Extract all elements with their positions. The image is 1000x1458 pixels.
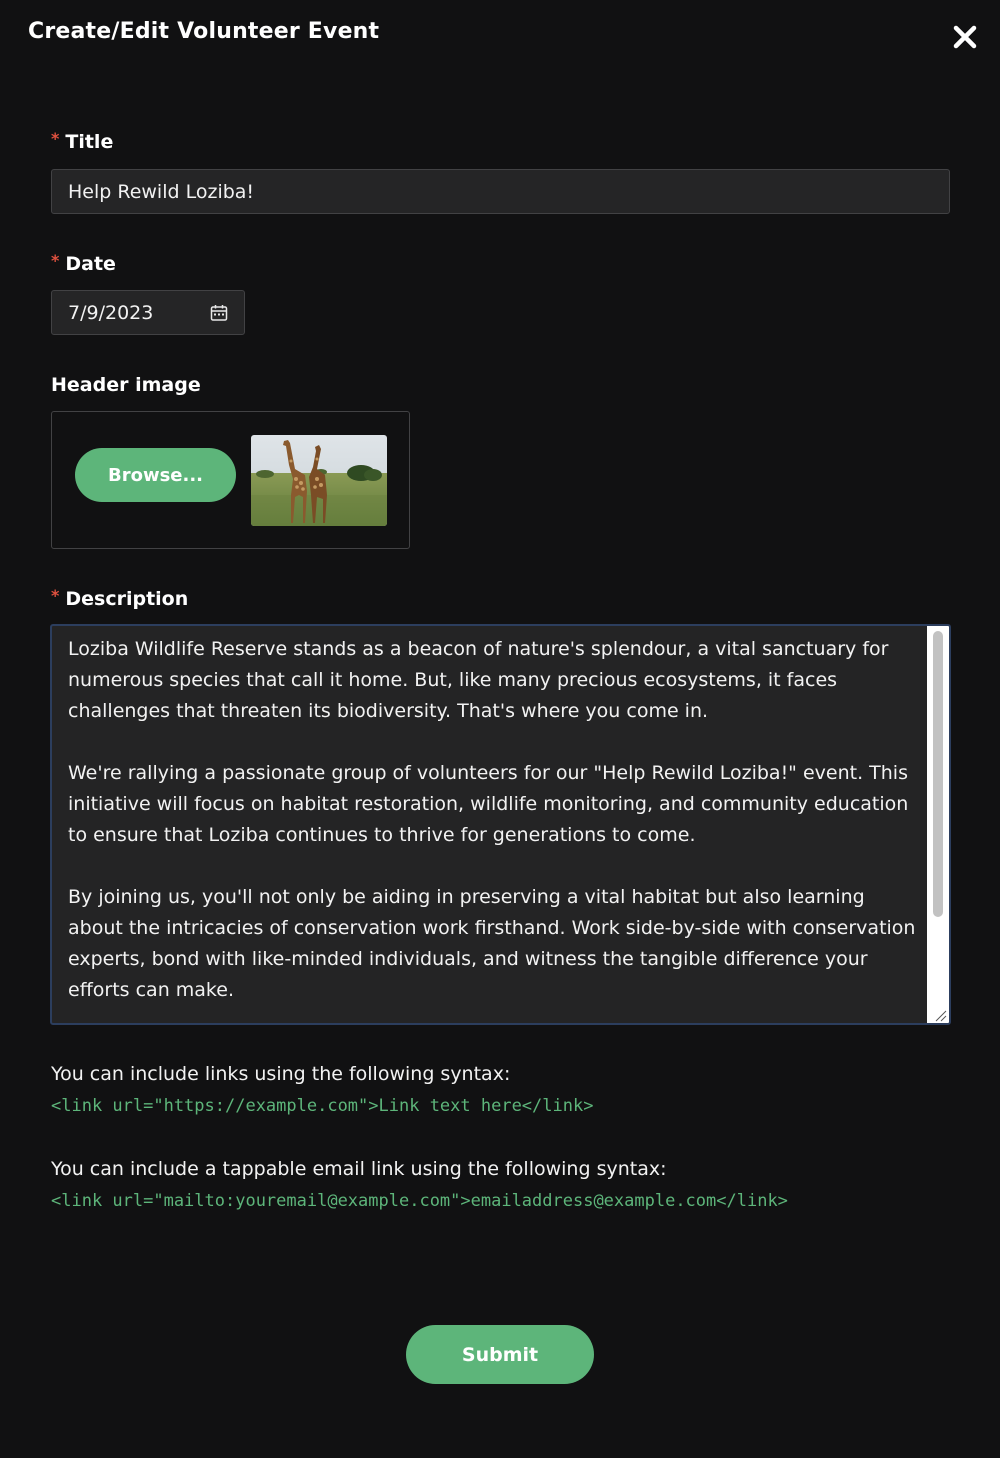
required-marker: * — [51, 251, 60, 270]
header-image-thumbnail — [251, 435, 387, 526]
scrollbar-thumb[interactable] — [933, 631, 943, 917]
submit-button[interactable]: Submit — [406, 1325, 594, 1384]
email-help-text: You can include a tappable email link us… — [51, 1158, 667, 1180]
link-syntax-code: <link url="https://example.com">Link tex… — [51, 1096, 594, 1116]
date-label-text: Date — [65, 253, 116, 275]
title-label: * Title — [51, 129, 113, 156]
description-label: * Description — [51, 586, 188, 613]
description-label-text: Description — [65, 588, 189, 610]
resize-grip-icon — [935, 1010, 947, 1022]
close-icon[interactable] — [950, 22, 980, 52]
title-input[interactable] — [51, 169, 950, 214]
required-marker: * — [51, 129, 60, 148]
header-image-box: Browse... — [51, 411, 410, 549]
resize-handle[interactable] — [927, 1004, 949, 1023]
description-text[interactable]: Loziba Wildlife Reserve stands as a beac… — [68, 634, 918, 1006]
required-marker: * — [51, 586, 60, 605]
title-label-text: Title — [65, 131, 114, 153]
description-textarea[interactable]: Loziba Wildlife Reserve stands as a beac… — [50, 624, 951, 1025]
modal-title: Create/Edit Volunteer Event — [28, 19, 380, 44]
date-picker[interactable] — [51, 290, 245, 335]
date-label: * Date — [51, 251, 116, 278]
date-input[interactable] — [52, 291, 202, 334]
header-image-label: Header image — [51, 374, 201, 396]
browse-button[interactable]: Browse... — [75, 448, 236, 502]
calendar-icon[interactable] — [210, 304, 228, 322]
link-help-text: You can include links using the followin… — [51, 1063, 511, 1085]
description-scrollbar[interactable] — [927, 626, 949, 1004]
email-syntax-code: <link url="mailto:youremail@example.com"… — [51, 1191, 788, 1211]
